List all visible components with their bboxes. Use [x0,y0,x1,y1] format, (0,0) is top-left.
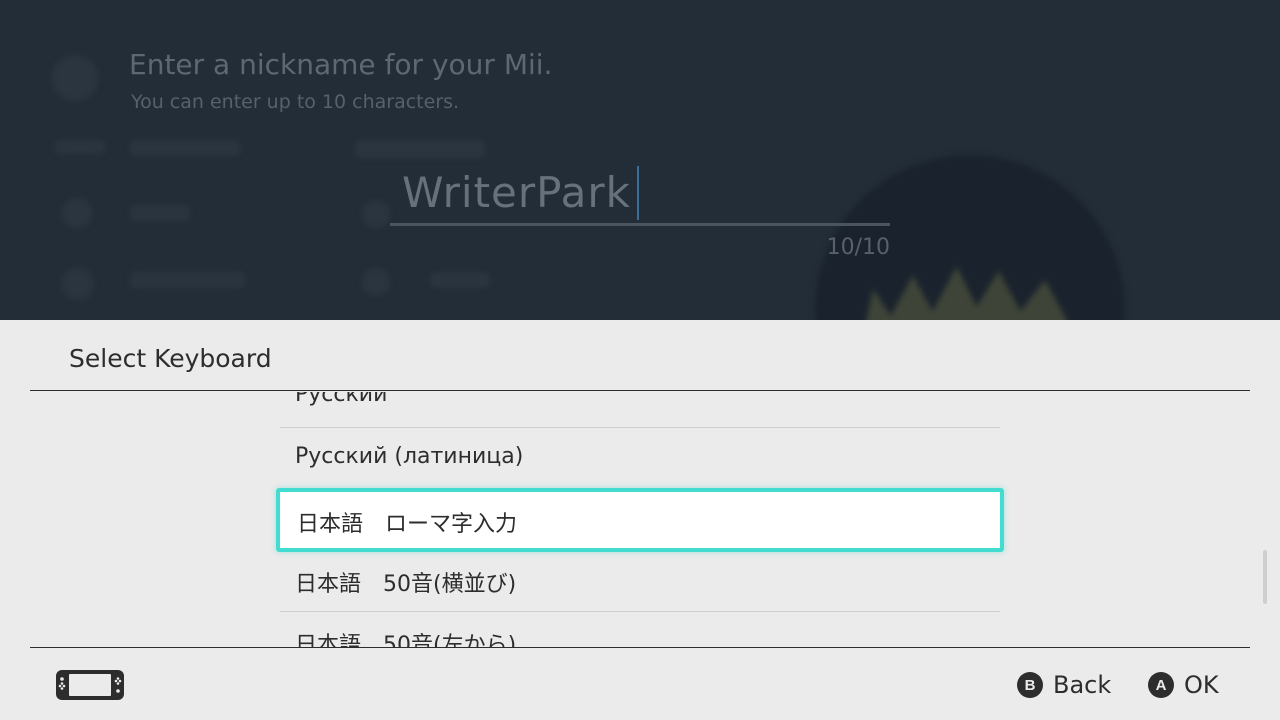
keyboard-option-russian-latin[interactable]: Русский (латиница) [280,429,1000,490]
list-scrollbar[interactable] [1263,550,1267,604]
character-counter: 10/10 [826,235,890,260]
keyboard-option-label: Русский (латиница) [295,444,524,469]
keyboard-option-label: Русский [295,392,388,407]
menu-icon [62,268,94,300]
menu-icon [62,198,92,228]
menu-icon [52,55,98,101]
footer-divider [30,647,1250,648]
header-divider [30,390,1250,391]
menu-label-placeholder [130,272,245,288]
keyboard-option-russian[interactable]: Русский [280,392,1000,428]
text-caret [637,166,639,220]
select-keyboard-sheet: Select Keyboard Русский Русский (латиниц… [0,320,1280,720]
field-icon [362,268,390,296]
menu-label-placeholder [130,140,240,156]
sheet-title: Select Keyboard [69,344,272,373]
ok-button[interactable]: A OK [1148,670,1219,700]
nickname-prompt-title: Enter a nickname for your Mii. [129,48,553,81]
keyboard-option-japanese-50on-left[interactable]: 日本語 50音(左から) [280,612,1000,647]
keyboard-option-label: 日本語 50音(左から) [295,633,517,647]
nickname-input-value[interactable]: WriterPark [402,168,631,217]
nickname-prompt-subtitle: You can enter up to 10 characters. [131,91,460,113]
keyboard-list[interactable]: Русский Русский (латиница) 日本語 ローマ字入力 日本… [0,392,1280,647]
b-button-icon: B [1017,672,1043,698]
nickname-input-underline [390,223,890,226]
a-button-icon: A [1148,672,1174,698]
field-placeholder [430,272,490,288]
menu-label-placeholder [130,205,190,221]
keyboard-option-japanese-romaji[interactable]: 日本語 ローマ字入力 [276,488,1004,552]
nickname-entry-backdrop: Enter a nickname for your Mii. You can e… [0,0,1280,320]
screen: Enter a nickname for your Mii. You can e… [0,0,1280,720]
keyboard-option-label: 日本語 ローマ字入力 [297,512,518,537]
keyboard-option-label: 日本語 50音(横並び) [295,572,517,597]
menu-icon [55,140,105,154]
field-icon [362,200,390,228]
ok-button-label: OK [1184,671,1219,699]
field-placeholder [355,140,485,158]
back-button[interactable]: B Back [1017,670,1111,700]
handheld-console-icon [56,670,124,700]
back-button-label: Back [1053,671,1112,699]
keyboard-option-japanese-50on-horizontal[interactable]: 日本語 50音(横並び) [280,551,1000,612]
